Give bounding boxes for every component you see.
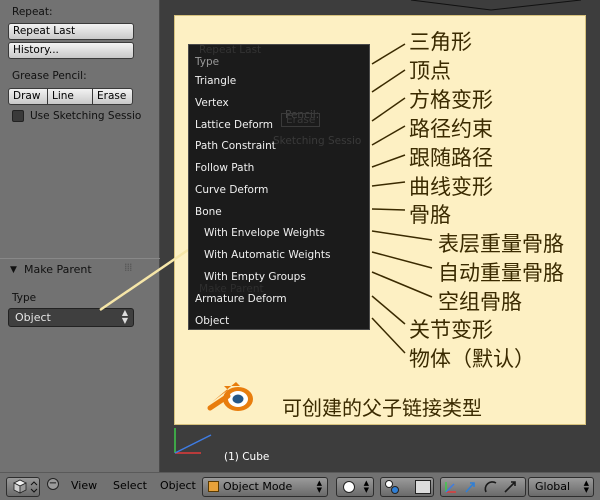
collapse-menus-icon[interactable]: − bbox=[47, 478, 59, 490]
menu-item-vertex[interactable]: Vertex bbox=[195, 97, 229, 109]
menu-item-object[interactable]: Object bbox=[195, 315, 229, 327]
menu-item-follow-path[interactable]: Follow Path bbox=[195, 162, 254, 174]
translate-arrow-icon bbox=[465, 482, 475, 493]
menu-item-automatic-weights[interactable]: With Automatic Weights bbox=[204, 249, 330, 261]
menu-header: Type bbox=[195, 56, 220, 68]
repeat-label: Repeat: bbox=[12, 6, 53, 18]
annotation-object-default: 物体（默认） bbox=[409, 347, 535, 371]
blender-logo-icon bbox=[207, 382, 253, 411]
mode-select[interactable]: Object Mode ▲ ▼ bbox=[202, 477, 328, 497]
manipulator-group bbox=[440, 477, 526, 497]
orientation-select[interactable]: Global ▲ ▼ bbox=[528, 477, 594, 497]
orientation-select-value: Global bbox=[535, 480, 571, 493]
erase-button[interactable]: Erase bbox=[92, 88, 133, 105]
callout-caption: 可创建的父子链接类型 bbox=[282, 396, 482, 420]
mode-select-value: Object Mode bbox=[223, 480, 293, 493]
menu-item-path-constraint[interactable]: Path Constraint bbox=[195, 140, 276, 152]
parent-type-menu: Repeat Last Type Triangle Vertex Lattice… bbox=[188, 44, 370, 330]
viewport-object-label: (1) Cube bbox=[224, 451, 270, 463]
menu-item-bone[interactable]: Bone bbox=[195, 206, 222, 218]
annotation-bone: 骨胳 bbox=[409, 203, 451, 227]
scale-icon bbox=[504, 481, 516, 493]
cube-editor-icon bbox=[13, 479, 38, 494]
select-arrows-icon: ▲ ▼ bbox=[363, 479, 369, 494]
menu-item-empty-groups[interactable]: With Empty Groups bbox=[204, 271, 306, 283]
annotation-envelope-weights: 表层重量骨胳 bbox=[438, 232, 564, 256]
ghost-repeat-last: Repeat Last bbox=[199, 44, 262, 56]
make-parent-panel-header[interactable]: ▼ Make Parent ⁞⁞⁞ bbox=[0, 258, 160, 282]
annotation-armature-deform: 关节变形 bbox=[409, 318, 493, 342]
view-menu[interactable]: View bbox=[71, 479, 97, 492]
collapse-triangle-icon: ▼ bbox=[10, 265, 17, 275]
layer-icon bbox=[415, 480, 431, 494]
draw-button[interactable]: Draw bbox=[8, 88, 48, 105]
annotation-curve-deform: 曲线变形 bbox=[409, 175, 493, 199]
make-parent-title: Make Parent bbox=[24, 263, 92, 276]
manipulator-toggle-icon bbox=[445, 482, 456, 493]
select-arrows-icon: ▲ ▼ bbox=[316, 479, 322, 494]
annotation-follow-path: 跟随路径 bbox=[409, 146, 493, 170]
select-menu[interactable]: Select bbox=[113, 479, 147, 492]
select-arrows-icon: ▲ ▼ bbox=[121, 308, 128, 325]
menu-item-triangle[interactable]: Triangle bbox=[195, 75, 236, 87]
rotate-arc-icon bbox=[484, 481, 497, 493]
type-select[interactable]: Object ▲ ▼ bbox=[8, 308, 134, 327]
annotation-empty-groups: 空组骨胳 bbox=[438, 290, 522, 314]
annotation-automatic-weights: 自动重量骨胳 bbox=[438, 261, 564, 285]
tool-shelf: Repeat: Repeat Last History... Grease Pe… bbox=[0, 0, 160, 472]
line-button[interactable]: Line bbox=[47, 88, 93, 105]
drag-handle-icon[interactable]: ⁞⁞⁞ bbox=[124, 261, 132, 274]
object-menu[interactable]: Object bbox=[160, 479, 196, 492]
sketching-checkbox[interactable] bbox=[12, 110, 24, 122]
grease-pencil-label: Grease Pencil: bbox=[12, 70, 87, 82]
repeat-last-button[interactable]: Repeat Last bbox=[8, 23, 134, 40]
pivot-select[interactable] bbox=[380, 477, 434, 497]
menu-item-lattice-deform[interactable]: Lattice Deform bbox=[195, 119, 273, 131]
history-button[interactable]: History... bbox=[8, 42, 134, 59]
annotation-vertex: 顶点 bbox=[409, 59, 451, 83]
annotation-triangle: 三角形 bbox=[409, 30, 472, 54]
select-arrows-icon: ▲ ▼ bbox=[583, 479, 589, 494]
type-select-value: Object bbox=[15, 311, 51, 324]
object-mode-icon bbox=[208, 481, 219, 492]
editor-type-button[interactable] bbox=[6, 477, 40, 497]
ghost-sketching: Sketching Sessio bbox=[273, 135, 362, 147]
viewport-shading-select[interactable]: ▲ ▼ bbox=[336, 477, 374, 497]
sketching-label: Use Sketching Sessio bbox=[30, 110, 142, 122]
solid-shading-icon bbox=[343, 481, 355, 493]
ghost-make-parent: Make Parent bbox=[199, 283, 264, 295]
menu-item-curve-deform[interactable]: Curve Deform bbox=[195, 184, 268, 196]
type-label: Type bbox=[12, 292, 37, 304]
axis-z-icon bbox=[174, 434, 212, 454]
menu-item-envelope-weights[interactable]: With Envelope Weights bbox=[204, 227, 325, 239]
grease-pencil-buttons: Draw Line Erase bbox=[8, 88, 133, 105]
ghost-erase: Erase bbox=[281, 113, 321, 127]
annotation-lattice-deform: 方格变形 bbox=[409, 88, 493, 112]
pivot-dot-icon bbox=[391, 486, 399, 494]
annotation-path-constraint: 路径约束 bbox=[409, 117, 493, 141]
viewport-header: − View Select Object Object Mode ▲ ▼ ▲ ▼ G… bbox=[0, 472, 600, 500]
